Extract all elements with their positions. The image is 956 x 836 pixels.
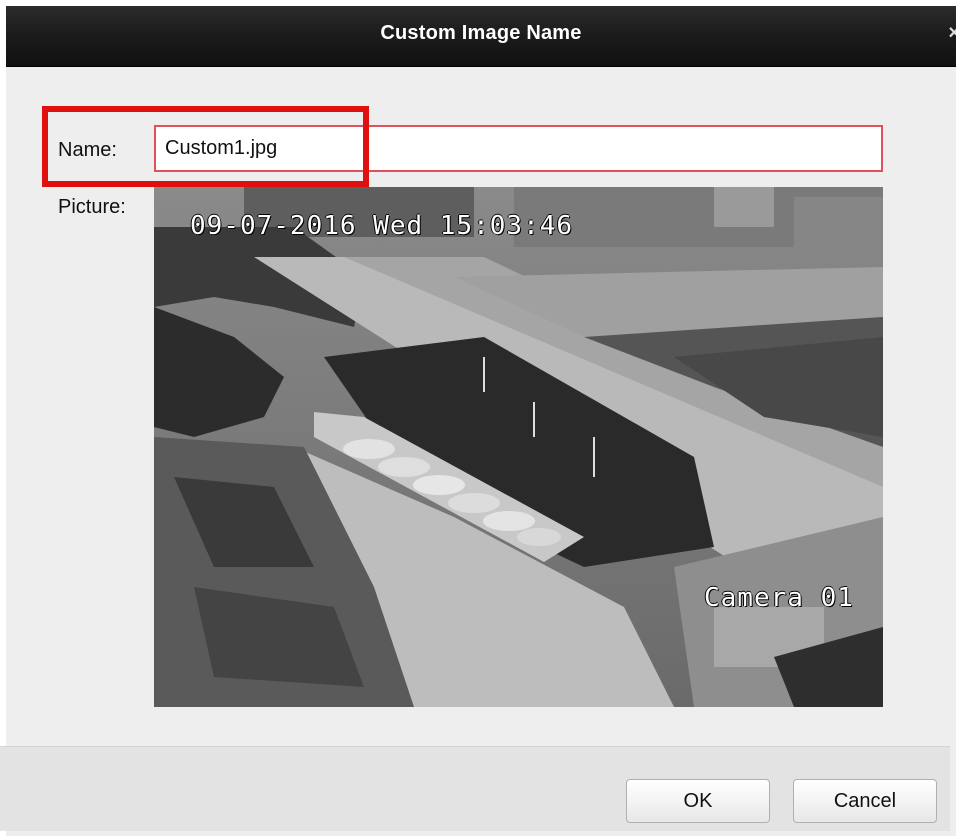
name-label: Name:: [58, 139, 117, 161]
timestamp-overlay: 09-07-2016 Wed 15:03:46: [190, 211, 574, 241]
picture-label: Picture:: [58, 196, 126, 218]
dialog-title: Custom Image Name: [380, 22, 582, 44]
ok-button[interactable]: OK: [626, 779, 770, 823]
title-bar: Custom Image Name ×: [6, 6, 956, 67]
camera-snapshot-image: [154, 187, 883, 707]
camera-name-overlay: Camera 01: [704, 583, 854, 613]
picture-preview: 09-07-2016 Wed 15:03:46 Camera 01: [154, 187, 883, 707]
cancel-button[interactable]: Cancel: [793, 779, 937, 823]
name-input[interactable]: [154, 125, 883, 172]
close-icon[interactable]: ×: [948, 22, 956, 45]
